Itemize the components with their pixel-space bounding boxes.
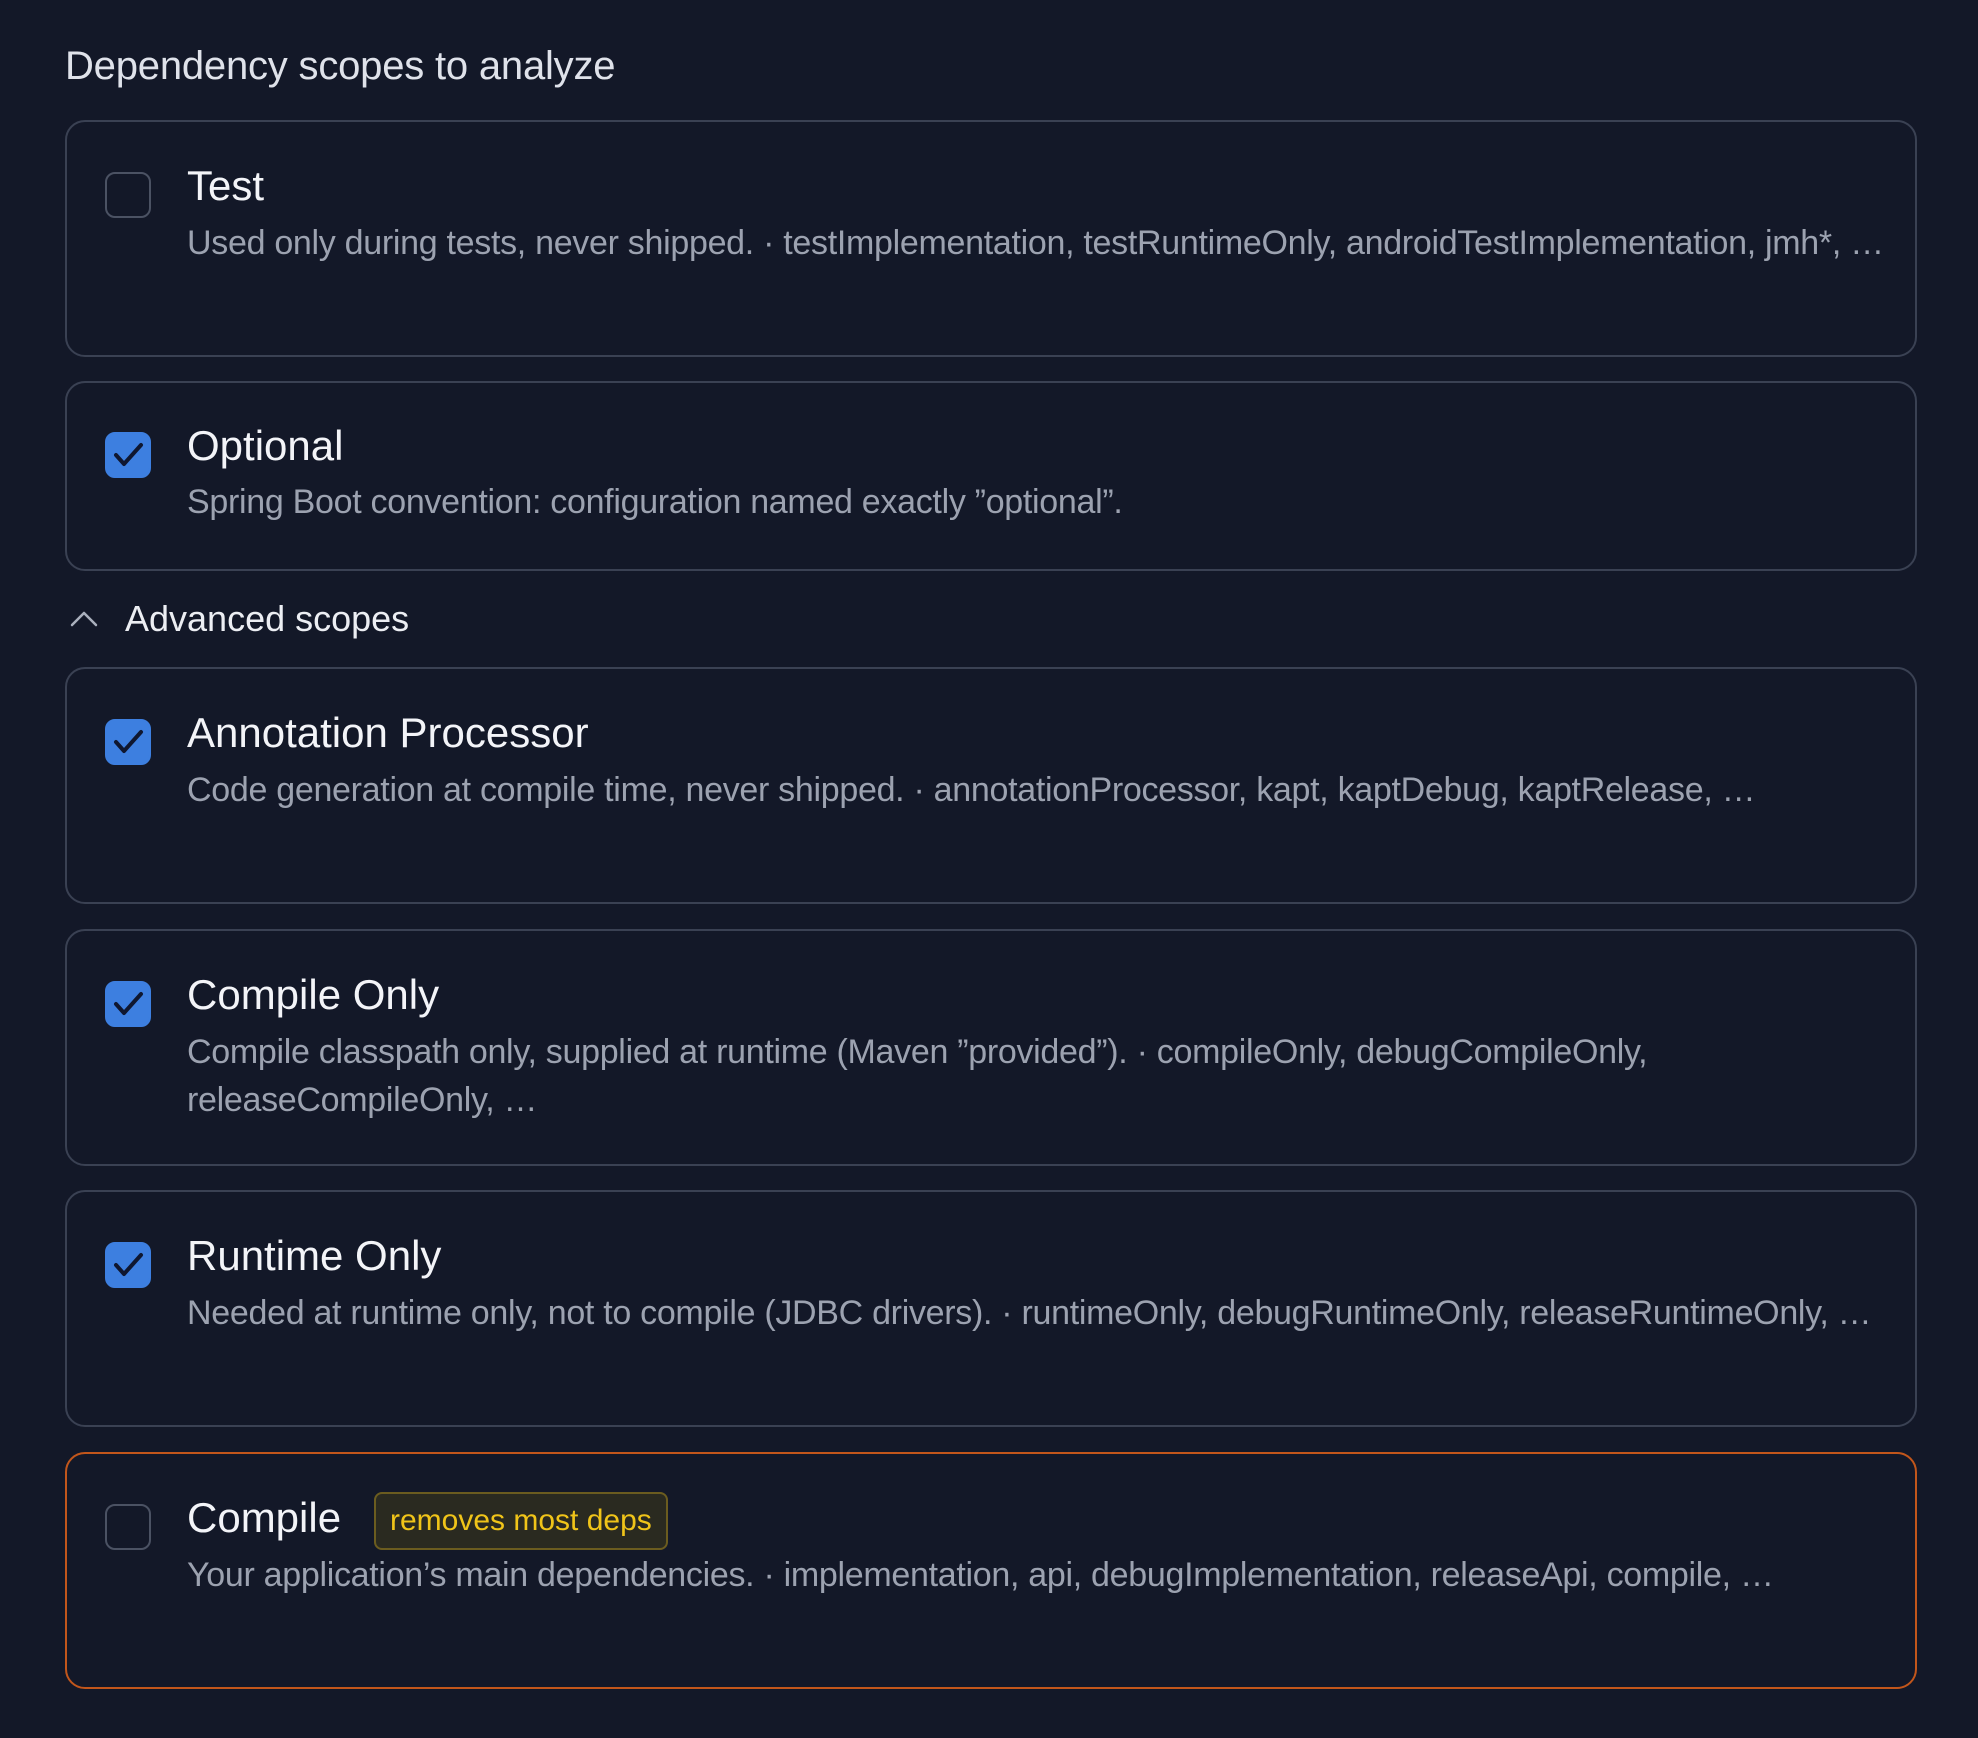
scope-card-test[interactable]: Test Used only during tests, never shipp…: [65, 120, 1917, 357]
warning-badge: removes most deps: [374, 1492, 668, 1550]
checkmark-icon: [114, 443, 143, 466]
scope-checkbox-optional[interactable]: [105, 432, 151, 478]
scope-title: Annotation Processor: [187, 709, 589, 756]
advanced-scopes-toggle[interactable]: Advanced scopes: [65, 594, 465, 644]
checkmark-icon: [114, 730, 143, 753]
scope-checkbox-runtime-only[interactable]: [105, 1242, 151, 1288]
scope-checkbox-annotation-processor[interactable]: [105, 719, 151, 765]
scope-title: Optional: [187, 422, 344, 469]
scope-card-runtime-only[interactable]: Runtime Only Needed at runtime only, not…: [65, 1190, 1917, 1427]
scope-description: Needed at runtime only, not to compile (…: [187, 1294, 1872, 1332]
chevron-up-icon: [70, 611, 98, 627]
scope-card-compile[interactable]: Compile removes most deps Your applicati…: [65, 1452, 1917, 1689]
scope-title: Runtime Only: [187, 1232, 442, 1279]
scope-settings-panel: Dependency scopes to analyze Test Used o…: [0, 0, 1978, 1738]
advanced-scopes-label: Advanced scopes: [125, 598, 410, 639]
scope-card-annotation-processor[interactable]: Annotation Processor Code generation at …: [65, 667, 1917, 904]
scope-description: Your application’s main dependencies. · …: [187, 1556, 1774, 1594]
scope-description: Used only during tests, never shipped. ·…: [187, 224, 1884, 262]
section-title: Dependency scopes to analyze: [65, 44, 616, 88]
scope-title: Test: [187, 162, 265, 209]
checkmark-icon: [114, 1253, 143, 1276]
scope-checkbox-compile[interactable]: [105, 1504, 151, 1550]
scope-description: Compile classpath only, supplied at runt…: [187, 1033, 1648, 1119]
scope-title: Compile: [187, 1494, 342, 1541]
scope-card-compile-only[interactable]: Compile Only Compile classpath only, sup…: [65, 929, 1917, 1166]
scope-description: Spring Boot convention: configuration na…: [187, 483, 1123, 521]
scope-description: Code generation at compile time, never s…: [187, 771, 1756, 809]
scope-checkbox-test[interactable]: [105, 172, 151, 218]
checkmark-icon: [114, 992, 143, 1015]
scope-checkbox-compile-only[interactable]: [105, 981, 151, 1027]
scope-card-optional[interactable]: Optional Spring Boot convention: configu…: [65, 381, 1917, 571]
scope-title: Compile Only: [187, 971, 440, 1018]
